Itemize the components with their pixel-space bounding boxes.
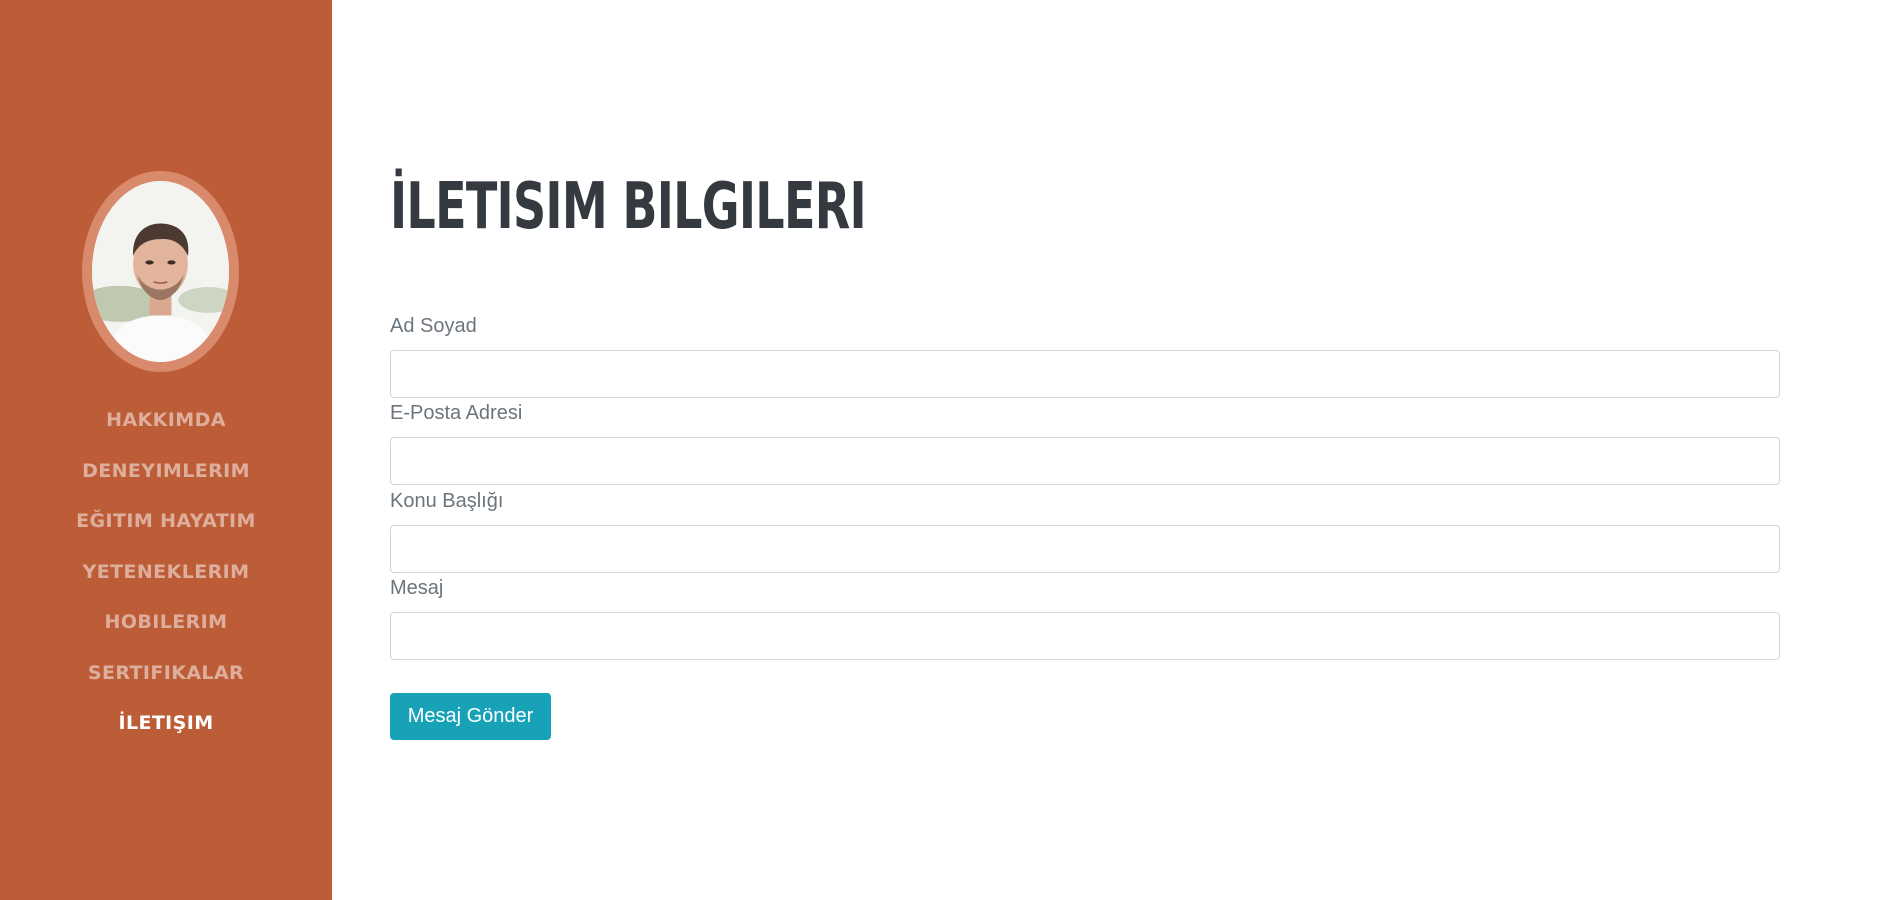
nav-link-egitim-hayatim[interactable]: EĞITIM HAYATIM [76,510,256,532]
name-input[interactable] [390,350,1780,398]
nav-link-yeteneklerim[interactable]: YETENEKLERIM [83,561,250,583]
nav-item-egitim-hayatim: EĞITIM HAYATIM [0,496,332,547]
email-label: E-Posta Adresi [390,402,523,424]
nav-link-iletisim[interactable]: İLETIŞIM [118,712,213,734]
email-input[interactable] [390,437,1780,485]
name-label: Ad Soyad [390,315,477,337]
subject-label: Konu Başlığı [390,490,504,512]
page-title: İLETISIM BILGILERI [390,170,867,244]
nav-link-hakkimda[interactable]: HAKKIMDA [106,409,226,431]
nav-item-sertifikalar: SERTIFIKALAR [0,648,332,699]
nav-item-hobilerim: HOBILERIM [0,597,332,648]
send-message-button[interactable]: Mesaj Gönder [390,693,551,740]
message-label: Mesaj [390,577,444,599]
nav-item-yeteneklerim: YETENEKLERIM [0,547,332,598]
name-field-group: Ad Soyad [390,314,1780,398]
avatar[interactable] [92,181,229,362]
subject-input[interactable] [390,525,1780,573]
email-field-group: E-Posta Adresi [390,401,1780,485]
nav-item-hakkimda: HAKKIMDA [0,395,332,446]
message-field-group: Mesaj [390,576,1780,660]
nav-item-deneyimlerim: DENEYIMLERIM [0,446,332,497]
subject-field-group: Konu Başlığı [390,489,1780,573]
nav-link-sertifikalar[interactable]: SERTIFIKALAR [88,662,244,684]
sidebar-nav: HAKKIMDA DENEYIMLERIM EĞITIM HAYATIM YET… [0,395,332,749]
nav-item-iletisim: İLETIŞIM [0,698,332,749]
sidebar: HAKKIMDA DENEYIMLERIM EĞITIM HAYATIM YET… [0,0,332,900]
message-input[interactable] [390,612,1780,660]
nav-link-deneyimlerim[interactable]: DENEYIMLERIM [82,460,250,482]
profile-photo [92,181,229,362]
nav-link-hobilerim[interactable]: HOBILERIM [105,611,228,633]
avatar-frame [82,171,239,372]
